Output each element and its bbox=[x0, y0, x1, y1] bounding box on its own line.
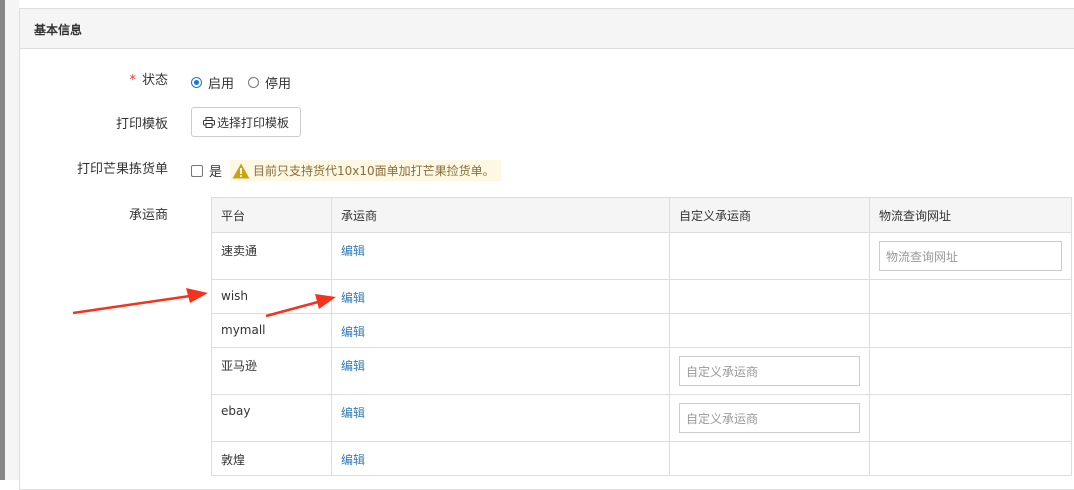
table-row: 敦煌 编辑 bbox=[211, 441, 1072, 476]
tracking-url-cell: 物流查询网址 bbox=[869, 232, 1072, 280]
status-label-text: 状态 bbox=[141, 73, 168, 88]
table-row: wish 编辑 bbox=[211, 279, 1072, 314]
mango-pick-row: 是 目前只支持货代10x10面单加打芒果捡货单。 bbox=[191, 160, 501, 181]
platform-cell: 亚马逊 bbox=[211, 347, 332, 395]
mango-pick-checkbox[interactable] bbox=[191, 164, 203, 177]
carrier-cell: 编辑 bbox=[331, 347, 670, 395]
panel-title: 基本信息 bbox=[20, 9, 1074, 49]
platform-cell: 敦煌 bbox=[211, 441, 332, 476]
edit-carrier-link[interactable]: 编辑 bbox=[341, 233, 660, 259]
carrier-table-header: 平台 承运商 自定义承运商 物流查询网址 bbox=[211, 197, 1072, 233]
header-carrier: 承运商 bbox=[331, 197, 670, 233]
status-radio-group: 启用 停用 bbox=[191, 73, 305, 92]
status-disabled-label[interactable]: 停用 bbox=[265, 73, 291, 92]
status-enabled-label[interactable]: 启用 bbox=[208, 73, 234, 92]
warning-icon bbox=[232, 163, 250, 178]
printer-icon bbox=[202, 116, 215, 128]
carrier-cell: 编辑 bbox=[331, 279, 670, 314]
custom-carrier-cell bbox=[669, 441, 870, 476]
carrier-label: 承运商 bbox=[128, 208, 168, 223]
platform-cell: mymall bbox=[211, 313, 332, 348]
edit-carrier-link[interactable]: 编辑 bbox=[341, 280, 660, 306]
platform-name: wish bbox=[221, 289, 249, 303]
custom-carrier-cell: 自定义承运商 bbox=[669, 394, 870, 442]
custom-carrier-input[interactable]: 自定义承运商 bbox=[679, 356, 860, 386]
select-print-template-button[interactable]: 选择打印模板 bbox=[191, 107, 301, 137]
mango-pick-checkbox-label[interactable]: 是 bbox=[209, 161, 222, 180]
tracking-url-input[interactable]: 物流查询网址 bbox=[879, 241, 1062, 271]
carrier-cell: 编辑 bbox=[331, 394, 670, 442]
header-tracking-url: 物流查询网址 bbox=[869, 197, 1072, 233]
tracking-url-cell bbox=[869, 441, 1072, 476]
custom-carrier-cell bbox=[669, 232, 870, 280]
tracking-url-cell bbox=[869, 313, 1072, 348]
custom-carrier-cell bbox=[669, 313, 870, 348]
header-custom-carrier: 自定义承运商 bbox=[669, 197, 870, 233]
select-print-template-label: 选择打印模板 bbox=[216, 115, 289, 130]
table-row: mymall 编辑 bbox=[211, 313, 1072, 348]
header-platform: 平台 bbox=[211, 197, 332, 233]
edit-carrier-link[interactable]: 编辑 bbox=[341, 348, 660, 374]
table-row: 速卖通 编辑 物流查询网址 bbox=[211, 232, 1072, 280]
platform-name: mymall bbox=[221, 323, 266, 337]
platform-cell: wish bbox=[211, 279, 332, 314]
platform-name: 速卖通 bbox=[221, 244, 258, 258]
edit-carrier-link[interactable]: 编辑 bbox=[341, 442, 660, 468]
table-row: ebay 编辑 自定义承运商 bbox=[211, 394, 1072, 442]
mango-pick-warning-text: 目前只支持货代10x10面单加打芒果捡货单。 bbox=[253, 164, 495, 178]
print-template-label: 打印模板 bbox=[115, 117, 168, 132]
tracking-url-cell bbox=[869, 394, 1072, 442]
custom-carrier-cell: 自定义承运商 bbox=[669, 347, 870, 395]
platform-name: 敦煌 bbox=[221, 453, 246, 467]
carrier-table: 平台 承运商 自定义承运商 物流查询网址 速卖通 编辑 物流查询网址 wish … bbox=[211, 197, 1072, 476]
edit-carrier-link[interactable]: 编辑 bbox=[341, 314, 660, 340]
tracking-url-cell bbox=[869, 279, 1072, 314]
carrier-cell: 编辑 bbox=[331, 232, 670, 280]
status-disabled-radio[interactable] bbox=[248, 77, 260, 88]
edit-carrier-link[interactable]: 编辑 bbox=[341, 395, 660, 421]
table-row: 亚马逊 编辑 自定义承运商 bbox=[211, 347, 1072, 395]
platform-cell: 速卖通 bbox=[211, 232, 332, 280]
mango-pick-warning: 目前只支持货代10x10面单加打芒果捡货单。 bbox=[230, 160, 501, 181]
status-enabled-radio[interactable] bbox=[191, 77, 202, 88]
mango-pick-label: 打印芒果拣货单 bbox=[76, 162, 168, 177]
tracking-url-cell bbox=[869, 347, 1072, 395]
carrier-cell: 编辑 bbox=[331, 313, 670, 348]
custom-carrier-cell bbox=[669, 279, 870, 314]
status-label: * 状态 bbox=[0, 69, 168, 88]
platform-name: ebay bbox=[221, 404, 251, 418]
custom-carrier-input[interactable]: 自定义承运商 bbox=[679, 403, 860, 433]
required-mark: * bbox=[129, 73, 136, 88]
platform-name: 亚马逊 bbox=[221, 359, 258, 373]
carrier-cell: 编辑 bbox=[331, 441, 670, 476]
platform-cell: ebay bbox=[211, 394, 332, 442]
